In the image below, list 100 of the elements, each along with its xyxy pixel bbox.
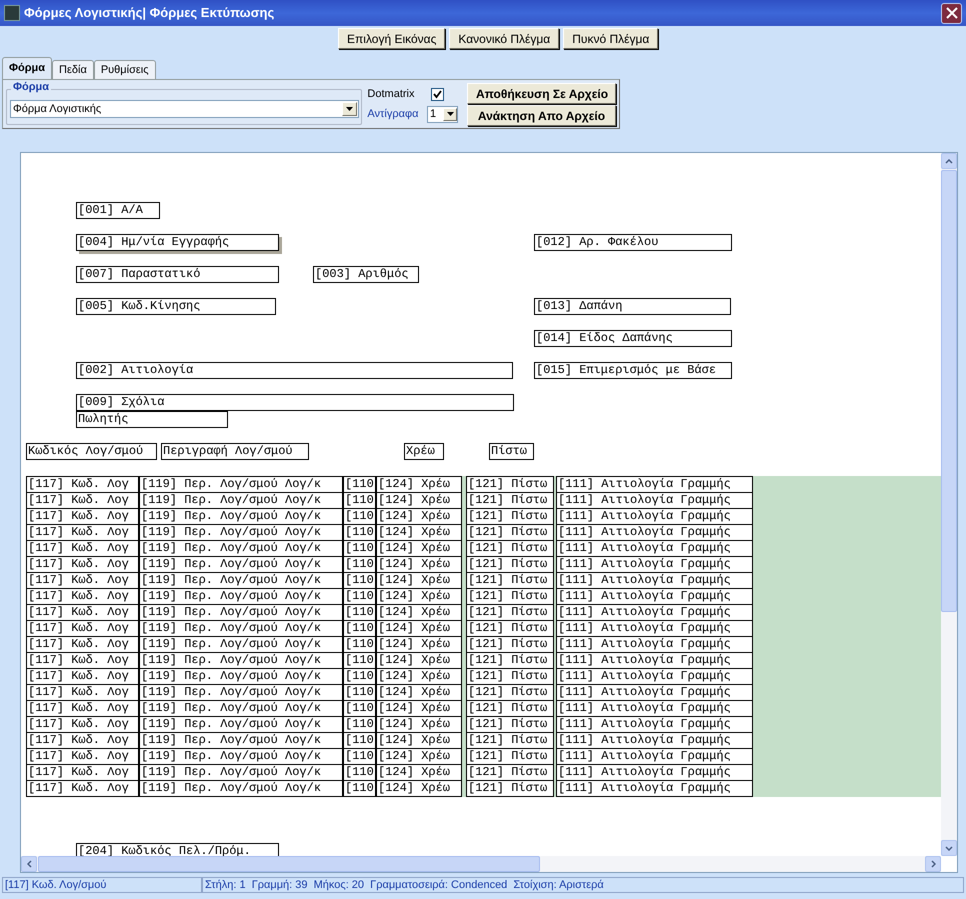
field-box[interactable]: [121] Πίστω — [466, 604, 554, 621]
field-box[interactable]: [119] Περ. Λογ/σμού Λογ/κ — [139, 492, 343, 509]
field-box[interactable]: [121] Πίστω — [466, 652, 554, 669]
field-box[interactable]: [111] Αιτιολογία Γραμμής — [556, 572, 753, 589]
field-box[interactable]: [121] Πίστω — [466, 556, 554, 573]
field-box[interactable]: [121] Πίστω — [466, 636, 554, 653]
field-box[interactable]: [117] Κωδ. Λογ — [26, 508, 139, 525]
field-box[interactable]: [119] Περ. Λογ/σμού Λογ/κ — [139, 556, 343, 573]
field-box[interactable]: [119] Περ. Λογ/σμού Λογ/κ — [139, 716, 343, 733]
field-box[interactable]: [110 — [343, 668, 376, 685]
scroll-down-button[interactable] — [941, 840, 957, 856]
field-box[interactable]: [111] Αιτιολογία Γραμμής — [556, 652, 753, 669]
field-box[interactable]: [119] Περ. Λογ/σμού Λογ/κ — [139, 652, 343, 669]
field-box[interactable]: [111] Αιτιολογία Γραμμής — [556, 764, 753, 781]
tab[interactable]: Φόρμα — [2, 57, 52, 79]
field-box[interactable]: [117] Κωδ. Λογ — [26, 604, 139, 621]
field-box[interactable]: [117] Κωδ. Λογ — [26, 572, 139, 589]
field-box[interactable]: [119] Περ. Λογ/σμού Λογ/κ — [139, 620, 343, 637]
field-box[interactable]: [121] Πίστω — [466, 524, 554, 541]
field-box[interactable]: [121] Πίστω — [466, 780, 554, 797]
action-button[interactable]: Ανάκτηση Απο Αρχείο — [467, 105, 616, 126]
field-box[interactable]: [121] Πίστω — [466, 476, 554, 493]
tab[interactable]: Ρυθμίσεις — [94, 60, 156, 79]
field-box[interactable]: [110 — [343, 508, 376, 525]
field-box[interactable]: [119] Περ. Λογ/σμού Λογ/κ — [139, 604, 343, 621]
field-box[interactable]: [124] Χρέω — [376, 748, 462, 765]
field-box[interactable]: [119] Περ. Λογ/σμού Λογ/κ — [139, 636, 343, 653]
field-box[interactable]: [117] Κωδ. Λογ — [26, 668, 139, 685]
field-box[interactable]: [119] Περ. Λογ/σμού Λογ/κ — [139, 684, 343, 701]
scroll-right-button[interactable] — [925, 856, 941, 872]
field-box[interactable]: [111] Αιτιολογία Γραμμής — [556, 732, 753, 749]
field-box[interactable]: [111] Αιτιολογία Γραμμής — [556, 700, 753, 717]
field-box[interactable]: [110 — [343, 636, 376, 653]
field-box[interactable]: [117] Κωδ. Λογ — [26, 556, 139, 573]
field-box[interactable]: [117] Κωδ. Λογ — [26, 588, 139, 605]
field-box[interactable]: [111] Αιτιολογία Γραμμής — [556, 476, 753, 493]
dropdown-button[interactable] — [443, 108, 457, 120]
scroll-up-button[interactable] — [941, 153, 957, 169]
field-box[interactable]: [124] Χρέω — [376, 652, 462, 669]
field-box[interactable]: [111] Αιτιολογία Γραμμής — [556, 636, 753, 653]
field-box[interactable]: [003] Αριθμός — [313, 266, 419, 283]
field-box[interactable]: [013] Δαπάνη — [534, 298, 731, 315]
scroll-thumb[interactable] — [38, 856, 540, 872]
field-box[interactable]: [110 — [343, 620, 376, 637]
field-box[interactable]: [111] Αιτιολογία Γραμμής — [556, 684, 753, 701]
field-box[interactable]: [121] Πίστω — [466, 700, 554, 717]
field-box[interactable]: [121] Πίστω — [466, 508, 554, 525]
field-box[interactable]: [121] Πίστω — [466, 684, 554, 701]
field-box[interactable]: [124] Χρέω — [376, 716, 462, 733]
toolbar-button[interactable]: Επιλογή Εικόνας — [338, 28, 446, 49]
field-box[interactable]: [117] Κωδ. Λογ — [26, 492, 139, 509]
field-box[interactable]: Πίστω — [489, 443, 534, 460]
dotmatrix-checkbox[interactable] — [431, 88, 444, 100]
field-box[interactable]: [124] Χρέω — [376, 636, 462, 653]
field-box[interactable]: [119] Περ. Λογ/σμού Λογ/κ — [139, 780, 343, 797]
field-box[interactable]: [117] Κωδ. Λογ — [26, 652, 139, 669]
field-box[interactable]: [117] Κωδ. Λογ — [26, 620, 139, 637]
field-box[interactable]: [119] Περ. Λογ/σμού Λογ/κ — [139, 668, 343, 685]
field-box[interactable]: Χρέω — [404, 443, 444, 460]
tab[interactable]: Πεδία — [52, 60, 94, 79]
field-box[interactable]: [124] Χρέω — [376, 540, 462, 557]
field-box[interactable]: [124] Χρέω — [376, 588, 462, 605]
field-box[interactable]: [110 — [343, 780, 376, 797]
field-box[interactable]: [121] Πίστω — [466, 540, 554, 557]
field-box[interactable]: [119] Περ. Λογ/σμού Λογ/κ — [139, 700, 343, 717]
field-box[interactable]: [110 — [343, 748, 376, 765]
field-box[interactable]: [124] Χρέω — [376, 604, 462, 621]
field-box[interactable]: [124] Χρέω — [376, 620, 462, 637]
field-box[interactable]: [110 — [343, 700, 376, 717]
field-box[interactable]: [121] Πίστω — [466, 588, 554, 605]
field-box[interactable]: [110 — [343, 732, 376, 749]
action-button[interactable]: Αποθήκευση Σε Αρχείο — [467, 83, 616, 104]
field-box[interactable]: [117] Κωδ. Λογ — [26, 540, 139, 557]
field-box[interactable]: [117] Κωδ. Λογ — [26, 524, 139, 541]
field-box[interactable]: [121] Πίστω — [466, 748, 554, 765]
field-box[interactable]: [119] Περ. Λογ/σμού Λογ/κ — [139, 508, 343, 525]
field-box[interactable]: [117] Κωδ. Λογ — [26, 764, 139, 781]
field-box[interactable]: [121] Πίστω — [466, 668, 554, 685]
field-box[interactable]: [110 — [343, 652, 376, 669]
field-box[interactable]: [110 — [343, 716, 376, 733]
field-box[interactable]: [111] Αιτιολογία Γραμμής — [556, 668, 753, 685]
close-button[interactable] — [941, 2, 962, 24]
field-box[interactable]: [121] Πίστω — [466, 492, 554, 509]
field-box[interactable]: [014] Είδος Δαπάνης — [534, 330, 732, 347]
field-box[interactable]: [121] Πίστω — [466, 716, 554, 733]
field-box[interactable]: [124] Χρέω — [376, 668, 462, 685]
field-box[interactable]: [124] Χρέω — [376, 780, 462, 797]
field-box[interactable]: Περιγραφή Λογ/σμού — [161, 443, 309, 460]
field-box[interactable]: [119] Περ. Λογ/σμού Λογ/κ — [139, 524, 343, 541]
scroll-thumb[interactable] — [941, 170, 957, 612]
field-box[interactable]: [111] Αιτιολογία Γραμμής — [556, 748, 753, 765]
field-box[interactable]: [119] Περ. Λογ/σμού Λογ/κ — [139, 588, 343, 605]
field-box[interactable]: [117] Κωδ. Λογ — [26, 700, 139, 717]
field-box[interactable]: [110 — [343, 604, 376, 621]
field-box[interactable]: [111] Αιτιολογία Γραμμής — [556, 604, 753, 621]
field-box[interactable]: [124] Χρέω — [376, 476, 462, 493]
field-box[interactable]: [002] Αιτιολογία — [76, 362, 513, 379]
field-box[interactable]: [012] Αρ. Φακέλου — [534, 234, 732, 251]
field-box[interactable]: [124] Χρέω — [376, 764, 462, 781]
scroll-left-button[interactable] — [21, 856, 37, 872]
